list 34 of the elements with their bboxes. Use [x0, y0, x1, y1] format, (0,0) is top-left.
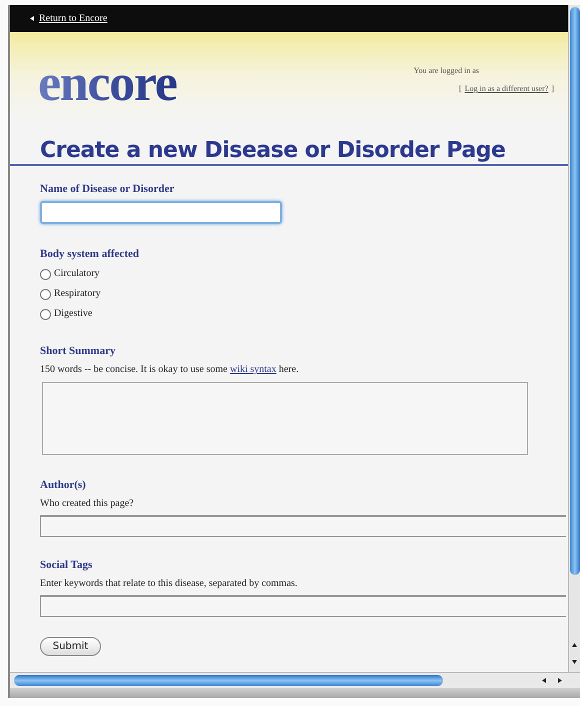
field-label: Name of Disease or Disorder [40, 183, 174, 196]
radio-label[interactable]: Circulatory [54, 267, 100, 281]
login-link[interactable]: Log in as a different user? [464, 83, 548, 95]
help-text: Enter keywords that relate to this disease, separated by commas. [40, 577, 298, 590]
field-label: Body system affected [40, 248, 139, 261]
help-text: 150 words -- be concise. It is okay to use some wiki syntax here. [40, 363, 299, 376]
wiki-syntax-link[interactable]: wiki syntax [230, 364, 276, 375]
scroll-thumb[interactable] [570, 7, 580, 575]
field-label: Social Tags [40, 559, 92, 572]
login-status-text: You are logged in as [414, 65, 479, 77]
submit-button[interactable]: Submit [40, 637, 101, 656]
scroll-right-icon[interactable] [558, 678, 562, 683]
horizontal-scrollbar[interactable] [10, 672, 580, 688]
radio-label[interactable]: Respiratory [54, 287, 101, 301]
scroll-thumb[interactable] [14, 675, 443, 686]
return-link[interactable]: Return to Encore [39, 11, 108, 26]
bracket-text: ] [551, 83, 554, 95]
radio-button[interactable] [40, 308, 51, 320]
scroll-down-icon[interactable] [572, 660, 577, 664]
radio-button[interactable] [40, 268, 51, 280]
page-title: Create a new Disease or Disorder Page [40, 138, 506, 164]
summary-text-area[interactable] [42, 382, 528, 455]
radio-button[interactable] [40, 288, 51, 300]
scroll-left-icon[interactable] [542, 678, 546, 683]
help-text: Who created this page? [40, 497, 134, 510]
author-input-field[interactable] [40, 515, 566, 537]
scroll-up-icon[interactable] [572, 643, 577, 647]
back-arrow-icon [30, 16, 34, 21]
name-input-field[interactable] [40, 201, 282, 224]
radio-label[interactable]: Digestive [54, 307, 92, 321]
field-label: Short Summary [40, 345, 116, 358]
bracket-text: [ [459, 83, 462, 95]
tags-input-field[interactable] [40, 595, 566, 617]
field-label: Author(s) [40, 479, 86, 492]
